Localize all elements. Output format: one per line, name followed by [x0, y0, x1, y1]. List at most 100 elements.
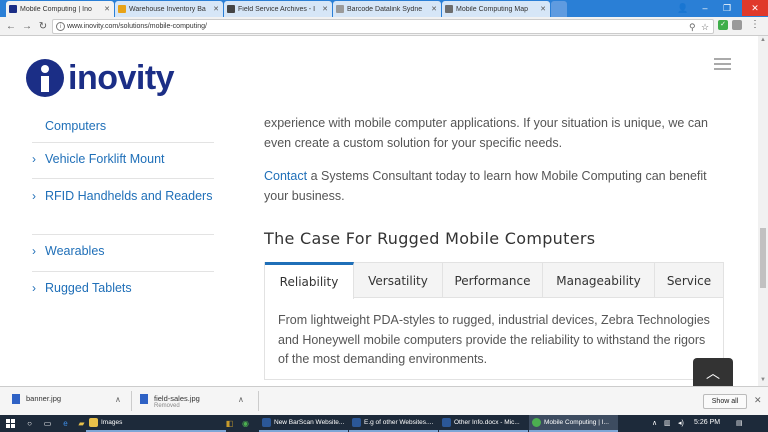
windows-logo-icon: [5, 419, 15, 428]
sidebar-item-rfid-handhelds[interactable]: › RFID Handhelds and Readers: [32, 179, 214, 235]
chevron-up-icon[interactable]: ∧: [115, 395, 121, 404]
minimize-button[interactable]: –: [694, 0, 716, 16]
chevron-right-icon: ›: [32, 281, 36, 295]
favicon-icon: [118, 5, 126, 13]
profile-icon[interactable]: 👤: [672, 0, 694, 16]
browser-tab[interactable]: Barcode Datalink Sydne ✕: [333, 1, 441, 17]
tab-label: Warehouse Inventory Ba: [129, 5, 206, 13]
page-scrollbar[interactable]: [758, 36, 768, 386]
close-tab-icon[interactable]: ✕: [540, 5, 546, 13]
search-icon[interactable]: ○: [24, 418, 35, 429]
forward-icon[interactable]: →: [20, 19, 34, 33]
show-hidden-icons-icon[interactable]: ∧: [652, 419, 657, 427]
download-item[interactable]: banner.jpg ∧: [12, 392, 127, 412]
scrollbar-thumb[interactable]: [760, 228, 766, 288]
download-filename: banner.jpg: [26, 394, 62, 403]
url-text: www.inovity.com/solutions/mobile-computi…: [67, 23, 207, 30]
edge-icon[interactable]: e: [60, 418, 71, 429]
reload-icon[interactable]: ↻: [36, 19, 50, 33]
taskbar-app-label: New BarScan Website...: [274, 419, 345, 426]
chevron-up-icon[interactable]: ∧: [238, 395, 244, 404]
scroll-down-icon[interactable]: ▼: [759, 377, 767, 385]
site-logo[interactable]: inovity: [26, 54, 175, 102]
main-content: experience with mobile computer applicat…: [264, 114, 726, 220]
sidebar-item-rugged-tablets[interactable]: › Rugged Tablets: [32, 272, 214, 308]
feature-tabs: Reliability Versatility Performance Mana…: [264, 262, 724, 299]
restore-button[interactable]: ❐: [716, 0, 738, 16]
sidebar-item-label: Wearables: [45, 244, 105, 258]
logo-text: inovity: [68, 58, 175, 97]
close-tab-icon[interactable]: ✕: [322, 5, 328, 13]
close-window-button[interactable]: ✕: [742, 0, 768, 16]
taskbar-app-label: Images: [101, 419, 123, 426]
tab-label: Field Service Archives - I: [238, 5, 316, 13]
tab-manageability[interactable]: Manageability: [543, 263, 655, 298]
section-title: The Case For Rugged Mobile Computers: [264, 229, 596, 248]
zoom-icon[interactable]: ⚲: [689, 22, 696, 33]
sidebar-item-label: Computers: [45, 119, 107, 133]
sidebar-item-label: RFID Handhelds and Readers: [45, 189, 213, 203]
tab-performance[interactable]: Performance: [443, 263, 543, 298]
extension-icon[interactable]: [732, 20, 742, 30]
browser-tab[interactable]: Field Service Archives - I ✕: [224, 1, 332, 17]
network-icon[interactable]: ▥: [664, 419, 671, 427]
taskbar-app-chrome[interactable]: Mobile Computing | I...: [529, 415, 618, 432]
tab-label: Barcode Datalink Sydne: [347, 5, 423, 13]
sidebar-item-vehicle-forklift-mount[interactable]: › Vehicle Forklift Mount: [32, 143, 214, 179]
close-tab-icon[interactable]: ✕: [431, 5, 437, 13]
clock[interactable]: 5:26 PM: [694, 419, 720, 426]
sidebar-item-computers[interactable]: Computers: [32, 110, 214, 143]
favicon-icon: [445, 5, 453, 13]
taskbar: ○ ▭ e ▰ Images ◧ ◉ New BarScan Website..…: [0, 415, 768, 432]
extension-icon[interactable]: ✓: [718, 20, 728, 30]
taskbar-app-word[interactable]: Other Info.docx - Mic...: [439, 415, 528, 432]
new-tab-button[interactable]: [551, 1, 567, 17]
show-all-downloads-button[interactable]: Show all: [703, 394, 747, 409]
tab-label: Mobile Computing Map: [456, 5, 528, 13]
store-icon[interactable]: ◧: [224, 418, 235, 429]
tab-panel-reliability: From lightweight PDA-styles to rugged, i…: [264, 298, 724, 380]
sidebar-item-label: Vehicle Forklift Mount: [45, 152, 165, 166]
browser-menu-icon[interactable]: ⋮: [750, 19, 760, 30]
sidebar-nav: Computers › Vehicle Forklift Mount › RFI…: [32, 110, 214, 308]
tab-service[interactable]: Service: [655, 263, 723, 298]
taskbar-app-images[interactable]: Images: [86, 415, 226, 432]
notifications-icon[interactable]: ▤: [736, 419, 743, 427]
start-button[interactable]: [0, 415, 20, 432]
back-to-top-button[interactable]: ︿: [693, 358, 733, 386]
back-icon[interactable]: ←: [4, 19, 18, 33]
chrome-icon[interactable]: ◉: [240, 418, 251, 429]
browser-tab[interactable]: Mobile Computing Map ✕: [442, 1, 550, 17]
divider: [258, 391, 259, 411]
contact-text: a Systems Consultant today to learn how …: [264, 169, 707, 203]
close-tab-icon[interactable]: ✕: [104, 5, 110, 13]
folder-icon: [89, 418, 98, 427]
page-viewport: inovity Computers › Vehicle Forklift Mou…: [0, 36, 758, 386]
info-icon[interactable]: i: [56, 22, 65, 31]
download-item[interactable]: field-sales.jpg Removed ∧: [140, 392, 255, 412]
taskbar-app-word[interactable]: New BarScan Website...: [259, 415, 348, 432]
chevron-right-icon: ›: [32, 152, 36, 166]
address-bar[interactable]: i www.inovity.com/solutions/mobile-compu…: [52, 19, 714, 34]
favicon-icon: [227, 5, 235, 13]
volume-icon[interactable]: ◂): [678, 419, 684, 427]
browser-tab[interactable]: Warehouse Inventory Ba ✕: [115, 1, 223, 17]
scroll-up-icon[interactable]: ▲: [759, 37, 767, 45]
browser-tab[interactable]: Mobile Computing | Ino ✕: [6, 1, 114, 17]
contact-paragraph: Contact a Systems Consultant today to le…: [264, 167, 726, 206]
hamburger-menu-icon[interactable]: [714, 58, 731, 73]
chevron-right-icon: ›: [32, 189, 36, 203]
taskbar-app-label: Mobile Computing | I...: [544, 419, 609, 426]
sidebar-item-wearables[interactable]: › Wearables: [32, 235, 214, 272]
downloads-bar: banner.jpg ∧ field-sales.jpg Removed ∧ S…: [0, 386, 768, 415]
bookmark-star-icon[interactable]: ☆: [701, 22, 709, 33]
close-tab-icon[interactable]: ✕: [213, 5, 219, 13]
contact-link[interactable]: Contact: [264, 169, 307, 183]
tab-reliability[interactable]: Reliability: [265, 262, 354, 299]
taskbar-app-word[interactable]: E.g of other Websites....: [349, 415, 438, 432]
close-downloads-icon[interactable]: ✕: [754, 395, 762, 406]
browser-tab-strip: Mobile Computing | Ino ✕ Warehouse Inven…: [0, 0, 768, 17]
task-view-icon[interactable]: ▭: [42, 418, 53, 429]
tab-versatility[interactable]: Versatility: [354, 263, 443, 298]
chrome-icon: [532, 418, 541, 427]
